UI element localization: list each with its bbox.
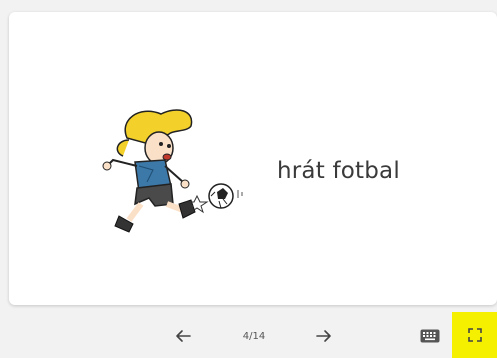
arrow-left-icon: [176, 330, 191, 342]
fullscreen-icon: [467, 328, 482, 342]
keyboard-button[interactable]: [420, 328, 440, 344]
flashcard[interactable]: hrát fotbal: [9, 12, 497, 305]
arrow-right-icon: [316, 330, 331, 342]
girl-kicking-soccer-ball-illustration: [102, 109, 243, 233]
slide-text: hrát fotbal: [277, 158, 400, 184]
keyboard-icon: [420, 329, 440, 343]
prev-button[interactable]: [172, 325, 194, 347]
slide-controls: 4/14: [0, 318, 497, 358]
fullscreen-button[interactable]: [452, 312, 497, 358]
slide-counter: 4/14: [242, 331, 266, 342]
next-button[interactable]: [313, 325, 335, 347]
